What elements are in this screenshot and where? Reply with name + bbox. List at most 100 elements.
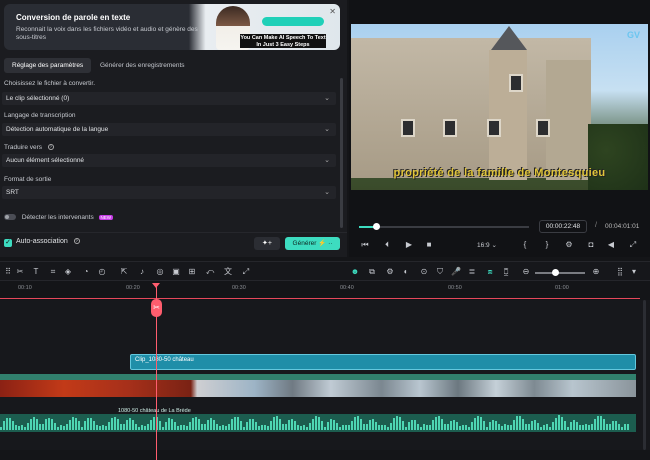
crop-icon[interactable]: ⌗ [47,266,59,278]
waveform-bar [24,426,26,430]
waveform-bar [72,417,74,430]
waveform-bar [462,424,464,430]
info-icon[interactable]: ? [47,144,54,151]
fullscreen-icon[interactable]: ⤢ [627,240,639,250]
playback-scrubber[interactable] [359,223,529,230]
waveform-bar [189,421,191,430]
playhead-marker[interactable] [152,283,160,288]
zoom-slider-handle[interactable] [552,269,559,276]
waveform-bar [561,416,563,430]
video-clip[interactable] [0,380,636,397]
mark-out-icon[interactable]: } [541,240,553,249]
tab-settings[interactable]: Réglage des paramètres [4,58,92,73]
shield-icon[interactable]: ⛉ [434,266,446,278]
waveform-bar [201,423,203,430]
waveform-bar [150,419,152,430]
ai-assistant-icon[interactable]: ☻ [349,266,361,278]
waveform-bar [105,426,107,430]
tab-generate-records[interactable]: Générer des enregistrements [92,58,193,73]
volume-icon[interactable]: ◀ [605,240,617,249]
waveform-bar [378,425,380,430]
waveform-bar [444,424,446,430]
split-icon[interactable]: ✂ [14,266,26,278]
markers-icon[interactable]: ⧮ [500,266,512,278]
chevron-down-icon: ⌄ [324,157,330,164]
waveform-bar [312,418,314,430]
language-select[interactable]: Détection automatique de la langue ⌄ [2,123,336,136]
waveform-bar [204,424,206,430]
chevron-down-icon[interactable]: ▾ [628,266,640,278]
timeline-ruler[interactable]: 00:10 00:20 00:30 00:40 00:50 01:00 [0,283,650,295]
waveform-bar [120,424,122,430]
snap-icon[interactable]: ⧈ [484,266,496,278]
reverse-icon[interactable]: ⤺ [204,266,216,278]
subtitle-overlay[interactable]: propriété de la famille de Montesquieu [351,167,648,179]
aspect-ratio-select[interactable]: 16:9 ⌄ [477,241,497,249]
playhead-handle[interactable]: ✂ [151,299,162,317]
mark-in-icon[interactable]: { [519,240,531,249]
snapshot-icon[interactable]: ◘ [585,240,597,249]
fit-icon[interactable]: ⤢ [240,266,252,278]
zoom-in-icon[interactable]: ⊕ [590,266,602,278]
zoom-out-icon[interactable]: ⊖ [520,266,532,278]
ruler-tick: 00:20 [126,285,140,291]
timer-icon[interactable]: ◴ [96,266,108,278]
waveform-bar [291,418,293,430]
microphone-icon[interactable]: 🎤 [450,266,462,278]
scene-detect-icon[interactable]: ⧉ [366,266,378,278]
detect-speakers-toggle[interactable] [4,214,16,221]
translate-icon[interactable]: 文 [222,266,234,278]
panel-scrollbar[interactable] [340,78,343,228]
ai-credits-button[interactable]: ✦+ [254,237,280,250]
timeline-scrollbar[interactable] [643,300,646,450]
render-settings-icon[interactable]: ⚙ [563,240,575,249]
previous-frame-icon[interactable]: ⏮ [359,240,371,250]
text-tool-icon[interactable]: T [30,266,42,278]
waveform-bar [348,425,350,430]
select-tool-icon[interactable]: ⠿ [2,266,14,278]
waveform-bar [414,420,416,430]
format-label: Format de sortie [4,176,52,183]
info-icon[interactable]: ? [73,238,80,245]
waveform-bar [510,424,512,430]
translate-select[interactable]: Aucun élément sélectionné ⌄ [2,154,336,167]
audio-clip[interactable] [0,414,636,432]
mask-icon[interactable]: ◐ [400,266,412,278]
ai-tool-icon[interactable]: ▣ [170,266,182,278]
layout-grid-icon[interactable]: ⣿ [614,266,626,278]
step-back-icon[interactable]: ⏴ [381,240,393,250]
freeze-icon[interactable]: ⊞ [186,266,198,278]
color-icon[interactable]: ◈ [62,266,74,278]
waveform-bar [381,425,383,430]
waveform-bar [231,419,233,430]
auto-association-checkbox[interactable]: ✓ [4,239,12,247]
waveform-bar [288,419,290,430]
stop-icon[interactable]: ■ [423,240,435,249]
stabilize-icon[interactable]: ⊙ [418,266,430,278]
zoom-slider[interactable] [535,272,585,274]
play-icon[interactable]: ▶ [403,240,415,249]
waveform-bar [405,426,407,430]
audio-icon[interactable]: ♪ [136,266,148,278]
voiceover-icon[interactable]: ≣ [466,266,478,278]
waveform-bar [564,421,566,430]
format-select[interactable]: SRT ⌄ [2,186,336,199]
detach-audio-icon[interactable]: ⇱ [118,266,130,278]
waveform-bar [357,416,359,430]
speed-icon[interactable]: ◔ [80,266,92,278]
waveform-bar [93,421,95,430]
waveform-bar [534,420,536,430]
waveform-bar [207,419,209,430]
video-frame[interactable]: GV propriété de la famille de Montesquie… [351,24,648,190]
waveform-bar [69,420,71,430]
waveform-bar [504,424,506,430]
text-clip[interactable]: Clip_1080-50 château [130,354,636,370]
app-window: Conversion de parole en texte Reconnait … [0,0,650,460]
generate-button[interactable]: Générer ⚡ ·· [285,237,340,250]
scrubber-handle[interactable] [373,223,380,230]
promo-banner[interactable]: Conversion de parole en texte Reconnait … [4,4,340,50]
settings-icon[interactable]: ⚙ [384,266,396,278]
close-banner-icon[interactable]: ✕ [329,7,336,16]
file-select[interactable]: Le clip sélectionné (0) ⌄ [2,92,336,105]
motion-icon[interactable]: ◎ [154,266,166,278]
